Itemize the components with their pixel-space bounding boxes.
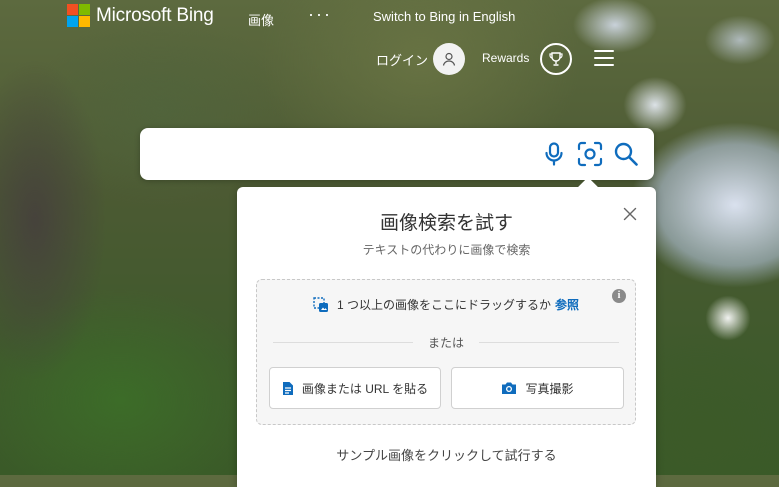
user-avatar-icon[interactable] <box>433 43 465 75</box>
brand-name: Microsoft Bing <box>96 4 214 26</box>
paste-button-label: 画像または URL を貼る <box>301 381 429 396</box>
trophy-icon[interactable] <box>540 43 572 75</box>
sample-images-prompt: サンプル画像をクリックして試行する <box>336 448 557 463</box>
visual-search-icon[interactable] <box>576 140 604 168</box>
close-icon[interactable] <box>623 207 637 221</box>
search-box <box>140 128 654 180</box>
hamburger-menu-icon[interactable] <box>594 50 614 66</box>
more-menu-button[interactable]: ··· <box>308 4 332 25</box>
image-drop-zone[interactable]: i 1 つ以上の画像をここにドラッグするか 参照 または 画像または URL を… <box>256 279 636 425</box>
drag-image-icon <box>313 296 329 313</box>
login-link[interactable]: ログイン <box>376 50 428 69</box>
panel-pointer <box>578 177 598 197</box>
drag-prompt: 1 つ以上の画像をここにドラッグするか 参照 <box>257 296 635 313</box>
camera-button-label: 写真撮影 <box>525 381 574 396</box>
microphone-icon[interactable] <box>540 140 568 168</box>
divider <box>479 342 619 343</box>
search-input[interactable] <box>154 142 538 168</box>
panel-subtitle: テキストの代わりに画像で検索 <box>362 243 531 257</box>
search-icon[interactable] <box>612 140 640 168</box>
take-photo-button[interactable]: 写真撮影 <box>451 367 624 409</box>
paste-image-url-button[interactable]: 画像または URL を貼る <box>269 367 441 409</box>
top-bar: Microsoft Bing 画像 ··· Switch to Bing in … <box>0 0 779 36</box>
switch-language-link[interactable]: Switch to Bing in English <box>373 9 515 24</box>
rewards-link[interactable]: Rewards <box>482 51 529 65</box>
browse-link[interactable]: 参照 <box>555 296 579 313</box>
visual-search-panel: 画像検索を試す テキストの代わりに画像で検索 i 1 つ以上の画像をここにドラッ… <box>237 177 656 487</box>
bing-logo[interactable]: Microsoft Bing <box>67 4 214 27</box>
nav-images-link[interactable]: 画像 <box>248 10 274 29</box>
microsoft-logo-icon <box>67 4 90 27</box>
drag-text: 1 つ以上の画像をここにドラッグするか <box>336 298 551 312</box>
camera-icon <box>502 382 517 394</box>
panel-title: 画像検索を試す <box>379 213 513 234</box>
document-icon <box>282 381 293 395</box>
